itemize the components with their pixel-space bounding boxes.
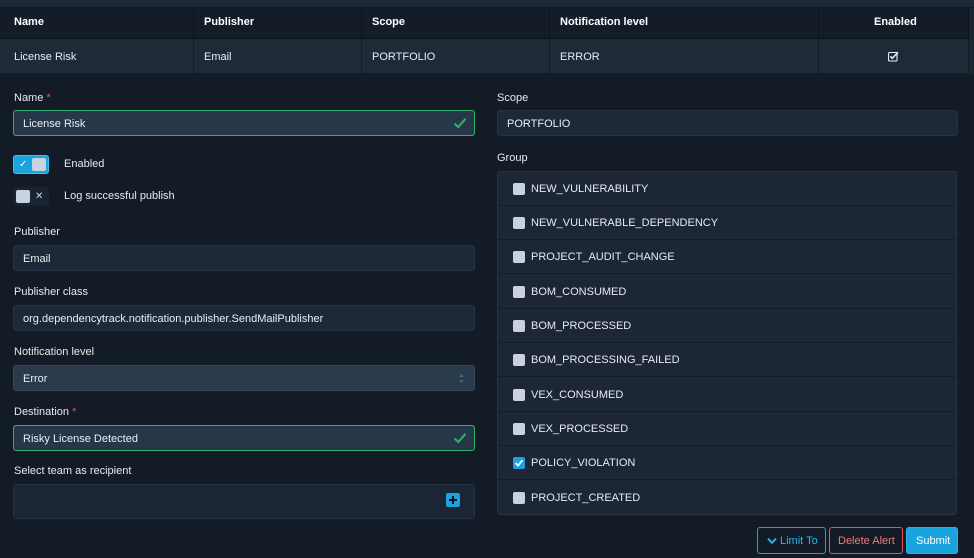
group-checkbox-checked[interactable]: [513, 457, 525, 469]
check-icon: [514, 459, 524, 467]
destination-input[interactable]: Risky License Detected: [13, 425, 475, 451]
column-header-publisher[interactable]: Publisher: [194, 8, 362, 39]
column-header-name[interactable]: Name: [0, 8, 194, 39]
group-checkbox[interactable]: [513, 492, 525, 504]
name-label: Name *: [14, 92, 51, 104]
limit-to-button[interactable]: Limit To: [757, 527, 826, 554]
group-checkbox[interactable]: [513, 286, 525, 298]
group-item[interactable]: BOM_CONSUMED: [498, 275, 956, 309]
column-header-enabled[interactable]: Enabled: [819, 8, 969, 39]
chevron-down-icon: [767, 537, 777, 545]
group-label: Group: [497, 152, 528, 164]
table-row-cell-scope[interactable]: PORTFOLIO: [362, 39, 550, 74]
publisher-field[interactable]: Email: [13, 245, 475, 271]
group-item[interactable]: PROJECT_CREATED: [498, 481, 956, 515]
table-row-cell-name[interactable]: License Risk: [0, 39, 194, 74]
check-icon: ✓: [19, 159, 28, 170]
group-checkbox[interactable]: [513, 320, 525, 332]
group-item[interactable]: NEW_VULNERABLE_DEPENDENCY: [498, 206, 956, 240]
name-input[interactable]: License Risk: [13, 110, 475, 136]
destination-label: Destination *: [14, 406, 77, 418]
submit-button[interactable]: Submit: [906, 527, 958, 554]
valid-check-icon: [453, 118, 467, 129]
valid-check-icon: [453, 433, 467, 444]
scope-field[interactable]: PORTFOLIO: [497, 110, 958, 136]
group-item[interactable]: VEX_CONSUMED: [498, 378, 956, 412]
enabled-label: Enabled: [64, 158, 105, 170]
publisher-class-label: Publisher class: [14, 286, 88, 298]
publisher-class-field[interactable]: org.dependencytrack.notification.publish…: [13, 305, 475, 331]
group-checkbox[interactable]: [513, 251, 525, 263]
column-header-notification-level[interactable]: Notification level: [550, 8, 819, 39]
group-item[interactable]: BOM_PROCESSING_FAILED: [498, 343, 956, 377]
delete-alert-button[interactable]: Delete Alert: [829, 527, 903, 554]
notification-level-label: Notification level: [14, 346, 95, 358]
group-item[interactable]: PROJECT_AUDIT_CHANGE: [498, 240, 956, 274]
log-successful-publish-label: Log successful publish: [64, 190, 175, 202]
close-icon: ✕: [35, 191, 44, 202]
group-item[interactable]: POLICY_VIOLATION: [498, 446, 956, 480]
group-checkbox[interactable]: [513, 183, 525, 195]
enabled-toggle[interactable]: ✓: [13, 155, 49, 174]
table-row-cell-level[interactable]: ERROR: [550, 39, 819, 74]
log-successful-publish-toggle[interactable]: ✕: [13, 187, 49, 206]
notification-level-select[interactable]: Error: [13, 365, 475, 391]
group-checkbox[interactable]: [513, 423, 525, 435]
add-team-button[interactable]: [446, 493, 460, 507]
select-arrows-icon: [459, 374, 464, 383]
group-checkbox[interactable]: [513, 354, 525, 366]
team-recipient-label: Select team as recipient: [14, 465, 132, 477]
group-item[interactable]: NEW_VULNERABILITY: [498, 172, 956, 206]
top-strip: [0, 0, 974, 8]
publisher-label: Publisher: [14, 226, 60, 238]
group-item[interactable]: VEX_PROCESSED: [498, 412, 956, 446]
team-recipient-field: [13, 484, 475, 519]
table-row-cell-enabled[interactable]: [819, 39, 969, 74]
group-list: NEW_VULNERABILITY NEW_VULNERABLE_DEPENDE…: [497, 171, 957, 515]
group-checkbox[interactable]: [513, 217, 525, 229]
column-header-scope[interactable]: Scope: [362, 8, 550, 39]
group-checkbox[interactable]: [513, 389, 525, 401]
scope-label: Scope: [497, 92, 529, 104]
checkbox-checked-icon: [888, 51, 899, 62]
group-item[interactable]: BOM_PROCESSED: [498, 309, 956, 343]
table-row-cell-publisher[interactable]: Email: [194, 39, 362, 74]
